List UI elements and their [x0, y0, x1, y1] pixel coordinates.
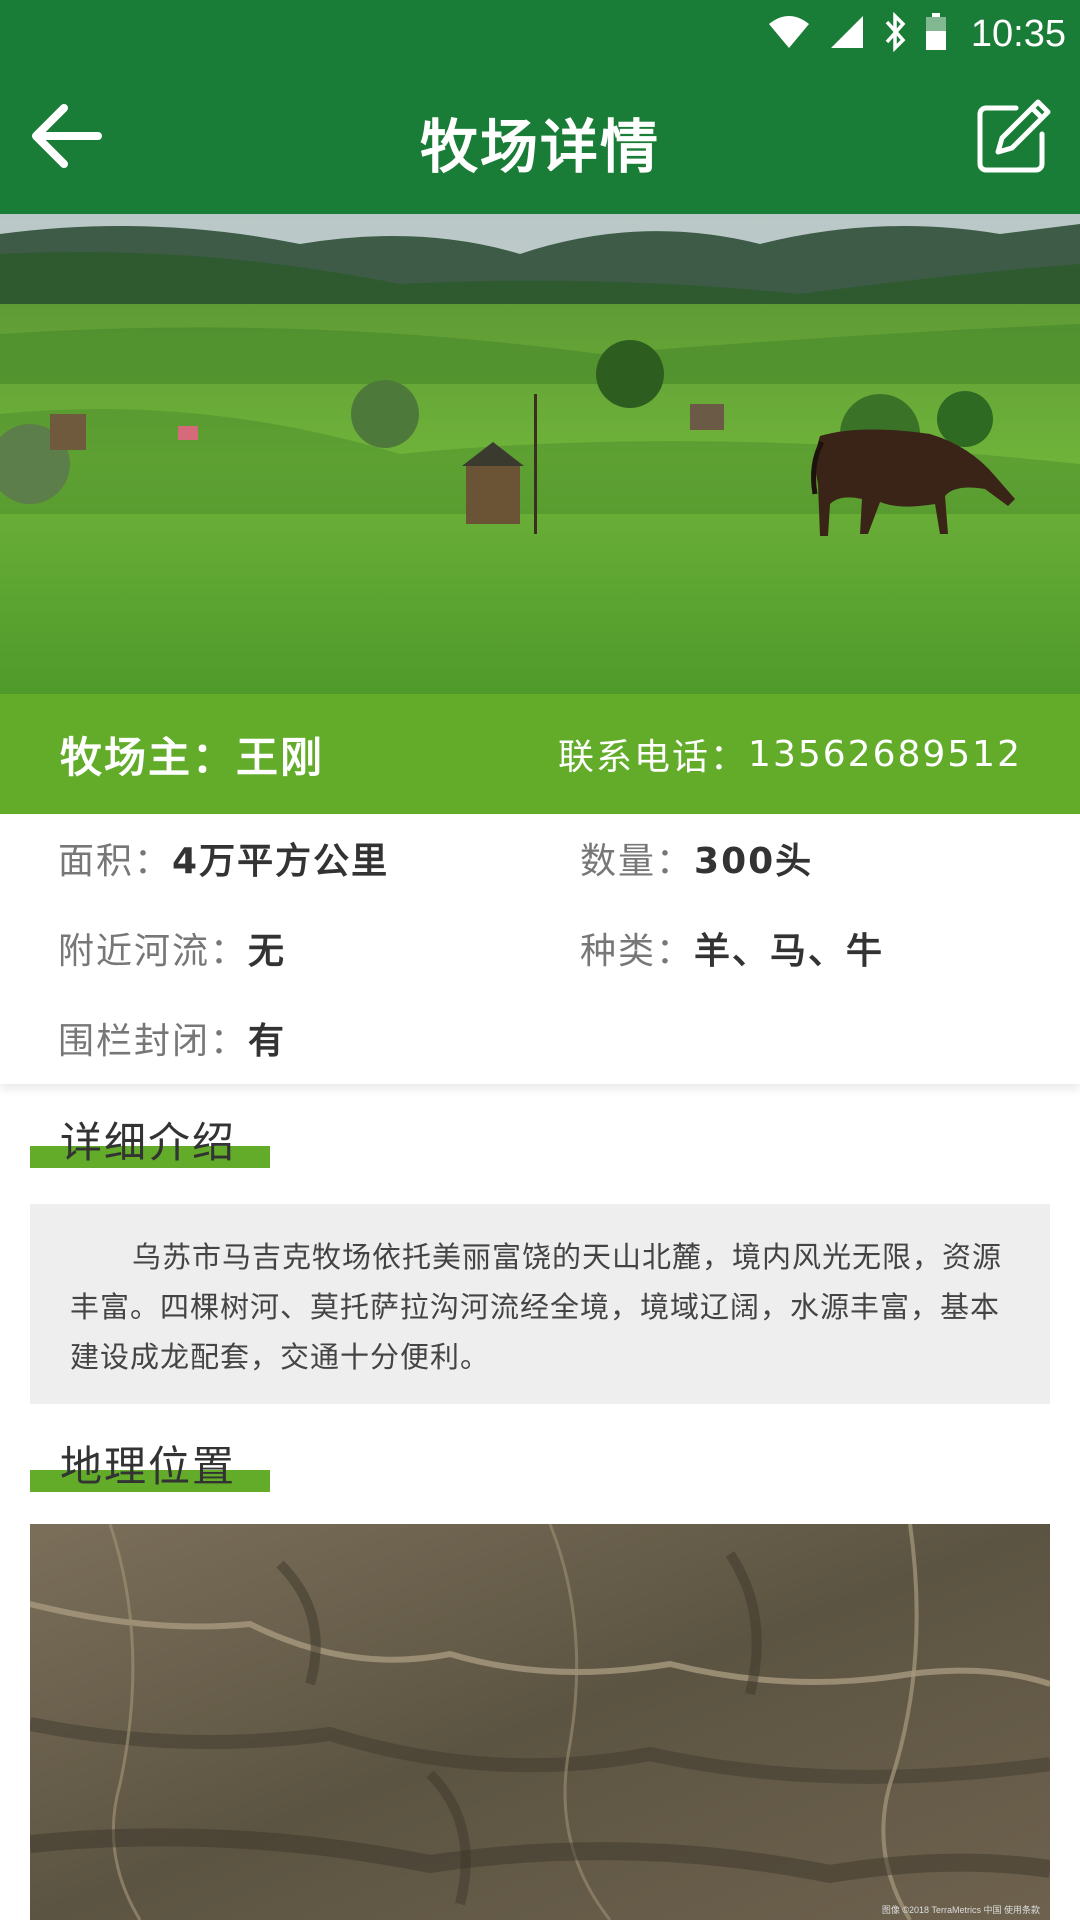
status-time: 10:35 [970, 12, 1066, 55]
bluetooth-icon [883, 11, 907, 56]
fence-row: 围栏封闭：有 [58, 1012, 286, 1064]
location-section-heading: 地理位置 [30, 1412, 270, 1492]
phone-number[interactable]: 13562689512 [748, 734, 1022, 775]
river-value: 无 [248, 931, 287, 972]
edit-button[interactable] [970, 98, 1054, 182]
page-title: 牧场详情 [419, 113, 660, 181]
kinds-row: 种类：羊、马、牛 [580, 922, 884, 974]
river-row: 附近河流：无 [58, 922, 286, 974]
map-credit: 图像 ©2018 TerraMetrics 中国 使用条款 [881, 1905, 1040, 1915]
kinds-value: 羊、马、牛 [694, 931, 885, 972]
phone-info[interactable]: 联系电话： 13562689512 [558, 694, 1022, 814]
area-label: 面积： [58, 841, 173, 882]
detail-description: 乌苏市马吉克牧场依托美丽富饶的天山北麓，境内风光无限，资源丰富。四棵树河、莫托萨… [30, 1204, 1050, 1404]
count-label: 数量： [580, 841, 695, 882]
location-heading-text: 地理位置 [60, 1442, 237, 1491]
owner-label: 牧场主： [60, 732, 237, 782]
count-row: 数量：300头 [580, 832, 813, 884]
river-label: 附近河流： [58, 931, 249, 972]
wifi-icon [767, 14, 811, 54]
app-header: 10:35 牧场详情 [0, 0, 1080, 214]
owner-bar: 牧场主： 王刚 联系电话： 13562689512 [0, 694, 1080, 814]
phone-label: 联系电话： [558, 737, 749, 778]
edit-icon [972, 98, 1052, 182]
battery-icon [925, 13, 947, 55]
fence-value: 有 [248, 1021, 287, 1062]
owner-name: 王刚 [236, 732, 325, 782]
status-bar: 10:35 [767, 10, 1066, 58]
kinds-label: 种类： [580, 931, 695, 972]
detail-section-heading: 详细介绍 [30, 1088, 270, 1168]
area-value: 4万平方公里 [172, 841, 390, 882]
ranch-photo [0, 214, 1080, 694]
detail-heading-text: 详细介绍 [60, 1118, 237, 1167]
signal-icon [829, 14, 865, 54]
area-row: 面积：4万平方公里 [58, 832, 389, 884]
owner-info: 牧场主： 王刚 [60, 694, 324, 814]
count-value: 300头 [694, 841, 814, 882]
satellite-map[interactable]: 图像 ©2018 TerraMetrics 中国 使用条款 [30, 1524, 1050, 1920]
ranch-info-panel: 面积：4万平方公里 数量：300头 附近河流：无 种类：羊、马、牛 围栏封闭：有 [0, 814, 1080, 1084]
fence-label: 围栏封闭： [58, 1021, 249, 1062]
